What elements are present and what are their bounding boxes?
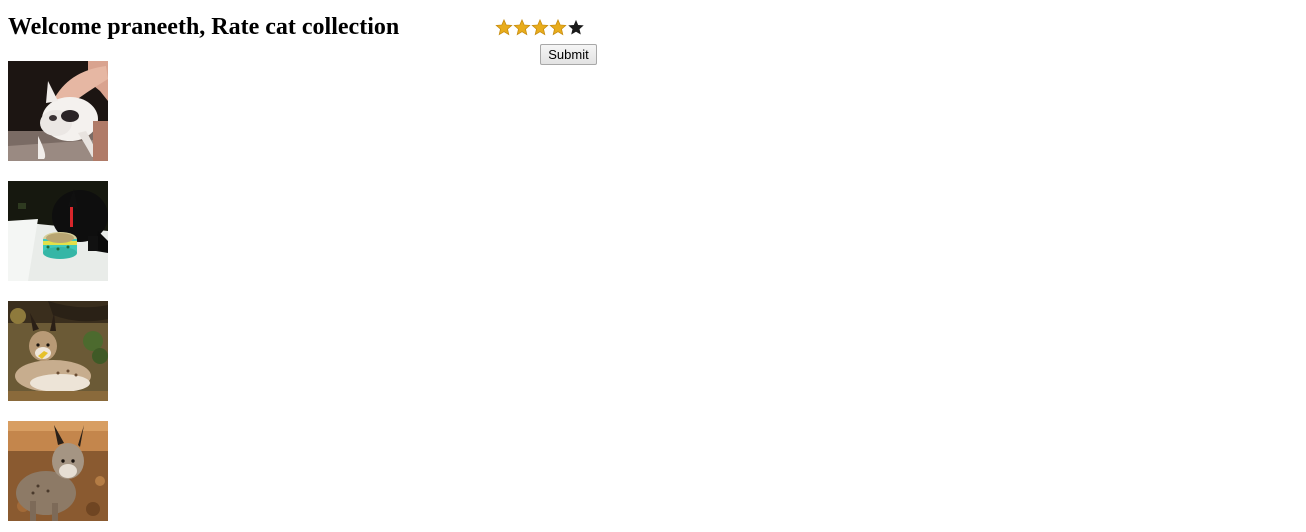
- cat-photo-2-image: [8, 181, 108, 281]
- cat-photo-3: [8, 301, 108, 401]
- cat-photo-4-image: [8, 421, 108, 521]
- star-icon[interactable]: [531, 18, 549, 37]
- star-icon[interactable]: [513, 18, 531, 37]
- star-rating[interactable]: [495, 18, 585, 37]
- submit-button[interactable]: Submit: [540, 44, 597, 65]
- cat-photo-4: [8, 421, 108, 521]
- cat-photo-1-image: [8, 61, 108, 161]
- cat-photo-3-image: [8, 301, 108, 401]
- cat-photo-1: [8, 61, 108, 161]
- cat-photo-2: [8, 181, 108, 281]
- star-icon[interactable]: [549, 18, 567, 37]
- star-icon[interactable]: [495, 18, 513, 37]
- star-icon[interactable]: [567, 18, 585, 37]
- page-title: Welcome praneeth, Rate cat collection: [8, 14, 400, 40]
